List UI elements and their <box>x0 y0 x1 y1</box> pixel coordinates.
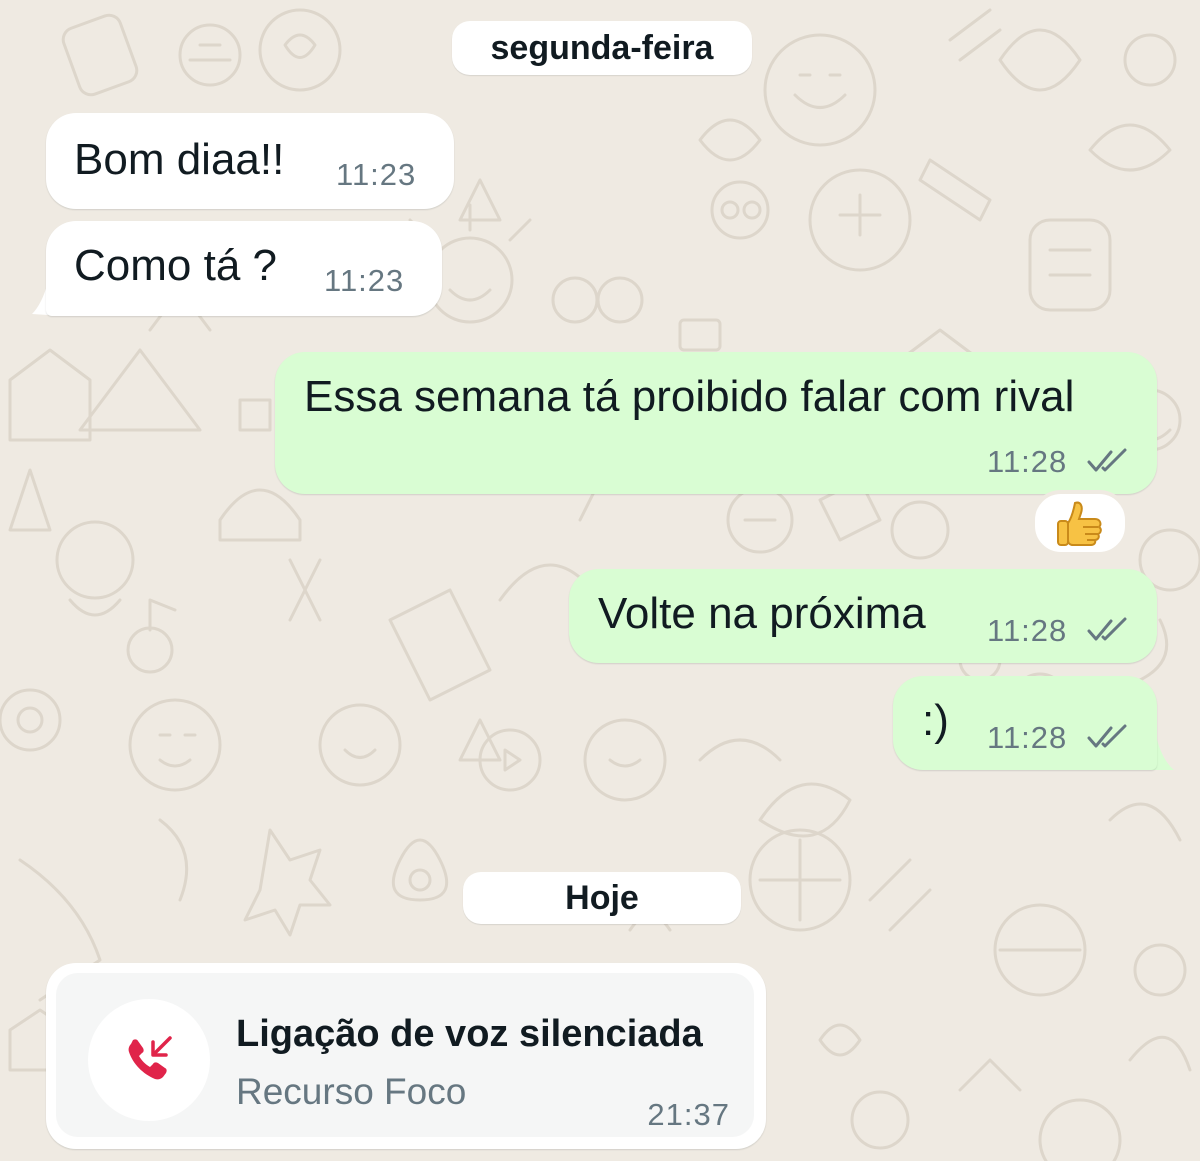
thumbs-up-icon <box>1057 501 1102 546</box>
read-receipt-icon <box>1087 724 1127 748</box>
missed-incoming-call-icon <box>128 1036 172 1080</box>
incoming-message[interactable]: Bom diaa!! 11:23 <box>46 113 454 209</box>
date-separator-label: Hoje <box>565 879 639 917</box>
outgoing-message[interactable]: Volte na próxima 11:28 <box>569 569 1157 663</box>
read-receipt-icon <box>1087 448 1127 472</box>
message-text: :) <box>922 696 949 745</box>
date-separator: Hoje <box>463 872 741 924</box>
call-event-time: 21:37 <box>647 1097 730 1132</box>
outgoing-message[interactable]: Essa semana tá proibido falar com rival … <box>275 352 1157 494</box>
message-time: 11:23 <box>324 263 405 298</box>
call-event-title: Ligação de voz silenciada <box>236 1013 703 1055</box>
date-separator: segunda-feira <box>452 21 752 75</box>
message-reaction[interactable] <box>1031 490 1129 556</box>
message-text: Bom diaa!! <box>74 135 285 184</box>
message-time: 11:28 <box>987 720 1068 755</box>
call-event-message[interactable]: Ligação de voz silenciada Recurso Foco 2… <box>46 963 766 1149</box>
call-event-card[interactable]: Ligação de voz silenciada Recurso Foco 2… <box>56 973 754 1137</box>
message-time: 11:23 <box>336 157 417 192</box>
outgoing-message[interactable]: :) 11:28 <box>893 676 1157 770</box>
read-receipt-icon <box>1087 617 1127 641</box>
date-separator-label: segunda-feira <box>490 29 714 67</box>
message-time: 11:28 <box>987 444 1068 479</box>
call-event-subtitle: Recurso Foco <box>236 1071 467 1112</box>
call-icon-container <box>88 999 210 1121</box>
message-text: Como tá ? <box>74 241 277 290</box>
message-text: Volte na próxima <box>598 589 926 638</box>
message-time: 11:28 <box>987 613 1068 648</box>
incoming-message[interactable]: Como tá ? 11:23 <box>46 221 442 316</box>
message-text: Essa semana tá proibido falar com rival <box>304 372 1075 421</box>
